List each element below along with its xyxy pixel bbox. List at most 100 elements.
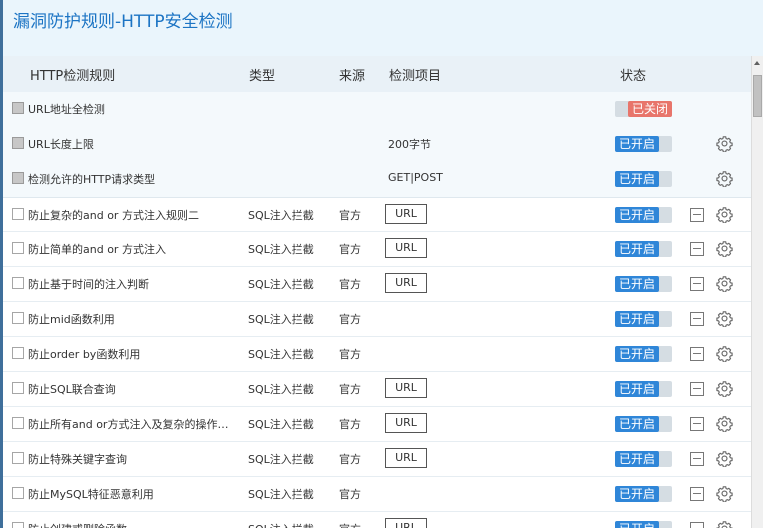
table-row: 防止MySQL特征恶意利用 SQL注入拦截 官方 已开启 bbox=[3, 477, 751, 512]
detection-item: GET|POST bbox=[388, 171, 443, 184]
status-toggle[interactable]: 已开启 bbox=[615, 207, 672, 223]
status-label: 已开启 bbox=[615, 136, 659, 152]
rule-name: URL地址全检测 bbox=[28, 103, 105, 116]
minus-icon[interactable] bbox=[690, 452, 704, 466]
row-checkbox[interactable] bbox=[12, 312, 24, 324]
gear-icon[interactable] bbox=[716, 310, 733, 328]
status-toggle[interactable]: 已开启 bbox=[615, 521, 672, 528]
rule-name: URL长度上限 bbox=[28, 138, 94, 151]
status-toggle[interactable]: 已开启 bbox=[615, 136, 672, 152]
header-rule: HTTP检测规则 bbox=[30, 69, 116, 84]
row-checkbox[interactable] bbox=[12, 102, 24, 114]
gear-icon[interactable] bbox=[716, 170, 733, 188]
minus-icon[interactable] bbox=[690, 522, 704, 528]
rule-type: SQL注入拦截 bbox=[248, 453, 314, 466]
header-type: 类型 bbox=[249, 69, 276, 84]
table-row: 防止简单的and or 方式注入 SQL注入拦截 官方 URL 已开启 bbox=[3, 232, 751, 267]
header-status: 状态 bbox=[620, 69, 647, 84]
gear-icon[interactable] bbox=[716, 206, 733, 224]
table-row: URL地址全检测 已关闭 bbox=[3, 92, 751, 127]
row-checkbox[interactable] bbox=[12, 417, 24, 429]
scroll-up-arrow-icon[interactable] bbox=[752, 56, 763, 70]
minus-icon[interactable] bbox=[690, 487, 704, 501]
status-toggle[interactable]: 已开启 bbox=[615, 381, 672, 397]
rule-type: SQL注入拦截 bbox=[248, 348, 314, 361]
table-row: 防止基于时间的注入判断 SQL注入拦截 官方 URL 已开启 bbox=[3, 267, 751, 302]
rule-name: 防止复杂的and or 方式注入规则二 bbox=[28, 209, 199, 222]
rule-name: 防止SQL联合查询 bbox=[28, 383, 116, 396]
rule-type: SQL注入拦截 bbox=[248, 243, 314, 256]
gear-icon[interactable] bbox=[716, 520, 733, 528]
gear-icon[interactable] bbox=[716, 240, 733, 258]
rule-name: 防止mid函数利用 bbox=[28, 313, 115, 326]
table-row: 防止order by函数利用 SQL注入拦截 官方 已开启 bbox=[3, 337, 751, 372]
gear-icon[interactable] bbox=[716, 345, 733, 363]
gear-icon[interactable] bbox=[716, 275, 733, 293]
status-toggle[interactable]: 已开启 bbox=[615, 311, 672, 327]
gear-icon[interactable] bbox=[716, 380, 733, 398]
rule-source: 官方 bbox=[339, 209, 361, 222]
row-checkbox[interactable] bbox=[12, 172, 24, 184]
rule-source: 官方 bbox=[339, 383, 361, 396]
rule-type: SQL注入拦截 bbox=[248, 209, 314, 222]
gear-icon[interactable] bbox=[716, 415, 733, 433]
row-checkbox[interactable] bbox=[12, 277, 24, 289]
status-toggle[interactable]: 已开启 bbox=[615, 276, 672, 292]
rule-name: 防止order by函数利用 bbox=[28, 348, 141, 361]
detection-item-button[interactable]: URL bbox=[385, 204, 427, 224]
row-checkbox[interactable] bbox=[12, 242, 24, 254]
row-checkbox[interactable] bbox=[12, 347, 24, 359]
minus-icon[interactable] bbox=[690, 382, 704, 396]
rule-name: 防止特殊关键字查询 bbox=[28, 453, 127, 466]
detection-item-button[interactable]: URL bbox=[385, 273, 427, 293]
rule-source: 官方 bbox=[339, 348, 361, 361]
gear-icon[interactable] bbox=[716, 485, 733, 503]
status-label: 已开启 bbox=[615, 381, 659, 397]
status-toggle[interactable]: 已开启 bbox=[615, 416, 672, 432]
status-toggle[interactable]: 已开启 bbox=[615, 451, 672, 467]
table-row: 防止创建或删除函数 SQL注入拦截 官方 URL 已开启 bbox=[3, 512, 751, 528]
gear-icon[interactable] bbox=[716, 450, 733, 468]
status-label: 已关闭 bbox=[628, 101, 672, 117]
table-row: 防止特殊关键字查询 SQL注入拦截 官方 URL 已开启 bbox=[3, 442, 751, 477]
rule-source: 官方 bbox=[339, 243, 361, 256]
detection-item-button[interactable]: URL bbox=[385, 378, 427, 398]
status-label: 已开启 bbox=[615, 521, 659, 528]
row-checkbox[interactable] bbox=[12, 522, 24, 528]
detection-item-button[interactable]: URL bbox=[385, 448, 427, 468]
status-label: 已开启 bbox=[615, 346, 659, 362]
table-row: URL长度上限 200字节 已开启 bbox=[3, 127, 751, 162]
minus-icon[interactable] bbox=[690, 347, 704, 361]
table-row: 检测允许的HTTP请求类型 GET|POST 已开启 bbox=[3, 162, 751, 197]
detection-item-button[interactable]: URL bbox=[385, 413, 427, 433]
rule-type: SQL注入拦截 bbox=[248, 278, 314, 291]
status-toggle[interactable]: 已开启 bbox=[615, 241, 672, 257]
rule-name: 检测允许的HTTP请求类型 bbox=[28, 173, 156, 186]
minus-icon[interactable] bbox=[690, 417, 704, 431]
minus-icon[interactable] bbox=[690, 277, 704, 291]
detection-item-button[interactable]: URL bbox=[385, 518, 427, 528]
vertical-scrollbar[interactable] bbox=[751, 56, 763, 528]
status-toggle[interactable]: 已开启 bbox=[615, 486, 672, 502]
minus-icon[interactable] bbox=[690, 208, 704, 222]
minus-icon[interactable] bbox=[690, 242, 704, 256]
rule-source: 官方 bbox=[339, 418, 361, 431]
row-checkbox[interactable] bbox=[12, 452, 24, 464]
rule-source: 官方 bbox=[339, 488, 361, 501]
minus-icon[interactable] bbox=[690, 312, 704, 326]
row-checkbox[interactable] bbox=[12, 208, 24, 220]
rule-source: 官方 bbox=[339, 521, 361, 528]
row-checkbox[interactable] bbox=[12, 137, 24, 149]
scroll-thumb[interactable] bbox=[753, 75, 762, 117]
page-title: 漏洞防护规则-HTTP安全检测 bbox=[13, 12, 233, 32]
row-checkbox[interactable] bbox=[12, 382, 24, 394]
table-row: 防止所有and or方式注入及复杂的操作符... SQL注入拦截 官方 URL 已开启 bbox=[3, 407, 751, 442]
status-toggle[interactable]: 已关闭 bbox=[615, 101, 672, 117]
detection-item-button[interactable]: URL bbox=[385, 238, 427, 258]
status-toggle[interactable]: 已开启 bbox=[615, 346, 672, 362]
status-toggle[interactable]: 已开启 bbox=[615, 171, 672, 187]
status-label: 已开启 bbox=[615, 486, 659, 502]
detection-item: 200字节 bbox=[388, 138, 431, 151]
row-checkbox[interactable] bbox=[12, 487, 24, 499]
gear-icon[interactable] bbox=[716, 135, 733, 153]
